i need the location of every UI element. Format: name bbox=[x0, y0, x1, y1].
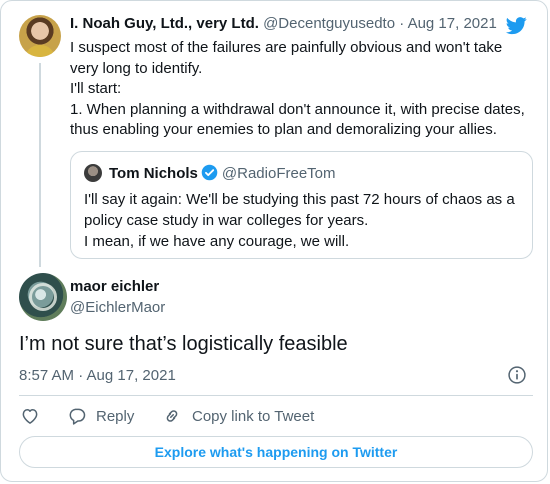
main-tweet-avatar[interactable] bbox=[19, 273, 67, 321]
parent-text-line: I suspect most of the failures are painf… bbox=[70, 39, 503, 56]
heart-icon bbox=[22, 409, 38, 424]
thread-connector-line bbox=[39, 63, 41, 267]
quoted-tweet-avatar bbox=[84, 164, 102, 182]
parent-text-line: I'll start: bbox=[70, 80, 122, 97]
quoted-tweet[interactable]: Tom Nichols @RadioFreeTom I'll say it aga… bbox=[70, 151, 533, 259]
parent-text-line: thus enabling your enemies to plan and d… bbox=[70, 121, 497, 138]
copy-link-label: Copy link to Tweet bbox=[192, 407, 315, 425]
main-tweet-timestamp[interactable]: 8:57 AM · Aug 17, 2021 bbox=[19, 367, 176, 384]
parent-tweet-avatar[interactable] bbox=[19, 15, 61, 57]
parent-tweet-text: I suspect most of the failures are painf… bbox=[70, 38, 536, 141]
verified-badge-icon bbox=[201, 164, 218, 181]
actions-divider bbox=[19, 395, 533, 396]
quoted-tweet-text: I'll say it again: We'll be studying thi… bbox=[84, 189, 524, 252]
link-icon bbox=[166, 410, 178, 422]
quoted-text-line: I mean, if we have any courage, we will. bbox=[84, 233, 350, 250]
quoted-author-handle: @RadioFreeTom bbox=[221, 165, 336, 182]
parent-author-handle[interactable]: @Decentguyusedto bbox=[263, 15, 395, 32]
parent-tweet-header: I. Noah Guy, Ltd., very Ltd. @Decentguyu… bbox=[70, 15, 497, 32]
quoted-tweet-header: Tom Nichols @RadioFreeTom bbox=[109, 164, 336, 182]
parent-text-line: very long to identify. bbox=[70, 59, 203, 77]
tweet-embed-card: I. Noah Guy, Ltd., very Ltd. @Decentguyu… bbox=[0, 0, 548, 482]
parent-text-line: 1. When planning a withdrawal don't anno… bbox=[70, 100, 525, 118]
main-author-handle[interactable]: @EichlerMaor bbox=[70, 299, 165, 316]
explore-twitter-button[interactable]: Explore what's happening on Twitter bbox=[19, 436, 533, 468]
main-author-name[interactable]: maor eichler bbox=[70, 278, 159, 295]
reply-label: Reply bbox=[96, 407, 135, 425]
parent-tweet-date[interactable]: Aug 17, 2021 bbox=[408, 15, 497, 32]
reply-button[interactable]: Reply bbox=[67, 406, 134, 426]
twitter-bird-icon[interactable] bbox=[504, 15, 529, 36]
reply-bubble-icon bbox=[69, 408, 86, 425]
quoted-text-line: I'll say it again: We'll be studying thi… bbox=[84, 191, 515, 208]
main-tweet-text: I’m not sure that’s logistically feasibl… bbox=[19, 333, 348, 355]
info-icon[interactable] bbox=[507, 365, 527, 385]
quoted-author-name: Tom Nichols bbox=[109, 165, 198, 182]
copy-link-button[interactable]: Copy link to Tweet bbox=[162, 406, 314, 426]
quoted-text-line: policy case study in war colleges for ye… bbox=[84, 212, 369, 229]
like-button[interactable] bbox=[20, 406, 40, 426]
parent-author-name[interactable]: I. Noah Guy, Ltd., very Ltd. bbox=[70, 15, 259, 32]
header-separator: · bbox=[399, 15, 405, 32]
